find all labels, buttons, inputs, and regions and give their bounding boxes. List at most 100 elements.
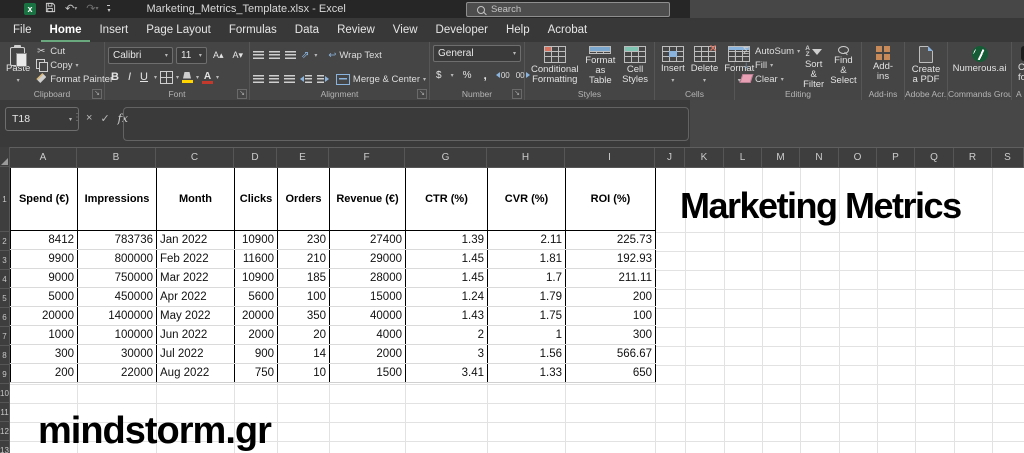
undo-button[interactable]: ↶▾ [65, 3, 77, 15]
cell[interactable]: 800000 [78, 250, 157, 269]
accounting-format-button[interactable]: $ [433, 70, 445, 81]
decrease-font-button[interactable]: A▾ [229, 50, 246, 61]
row-header-1[interactable]: 1 [0, 167, 10, 232]
cell[interactable]: 1.43 [406, 307, 488, 326]
column-header-R[interactable]: R [954, 148, 992, 168]
column-header-O[interactable]: O [839, 148, 877, 168]
row-header-7[interactable]: 7 [0, 327, 10, 346]
insert-cells-button[interactable]: Insert▾ [658, 45, 688, 87]
cell[interactable]: 1000 [11, 326, 78, 345]
cell[interactable]: 20000 [235, 307, 278, 326]
column-header-F[interactable]: F [329, 148, 405, 168]
cell[interactable]: 14 [278, 345, 330, 364]
tab-review[interactable]: Review [328, 18, 384, 42]
cell[interactable]: 200 [566, 288, 656, 307]
cell[interactable]: 10900 [235, 231, 278, 250]
clear-button[interactable]: Clear▾ [740, 73, 800, 86]
align-left-icon[interactable] [253, 75, 264, 83]
cell[interactable]: 3 [406, 345, 488, 364]
underline-button[interactable]: U [137, 71, 151, 83]
font-size-select[interactable]: 11▾ [176, 47, 207, 64]
align-middle-icon[interactable] [269, 51, 280, 59]
formula-input[interactable] [123, 107, 689, 141]
cell[interactable]: Jul 2022 [157, 345, 235, 364]
chat-button[interactable]: Chat for E [1015, 45, 1024, 87]
tab-insert[interactable]: Insert [90, 18, 137, 42]
alignment-dialog-launcher[interactable]: ↘ [417, 89, 427, 99]
cell[interactable]: 10900 [235, 269, 278, 288]
fill-color-icon[interactable] [182, 72, 193, 83]
column-header-I[interactable]: I [565, 148, 655, 168]
cell[interactable]: 10 [278, 364, 330, 383]
cell[interactable]: 20 [278, 326, 330, 345]
cell[interactable]: 225.73 [566, 231, 656, 250]
column-header-N[interactable]: N [800, 148, 839, 168]
tab-developer[interactable]: Developer [427, 18, 497, 42]
increase-indent-icon[interactable] [317, 75, 329, 83]
tab-view[interactable]: View [384, 18, 427, 42]
font-dialog-launcher[interactable]: ↘ [237, 89, 247, 99]
paste-button[interactable]: Paste▾ [3, 45, 33, 87]
row-header-11[interactable]: 11 [0, 403, 10, 422]
customize-qat-button[interactable]: ▾ [107, 5, 110, 14]
cell[interactable]: 2000 [330, 345, 406, 364]
row-header-10[interactable]: 10 [0, 384, 10, 403]
cell[interactable]: 100 [566, 307, 656, 326]
cell[interactable]: 1.45 [406, 269, 488, 288]
cell[interactable]: Aug 2022 [157, 364, 235, 383]
align-top-icon[interactable] [253, 51, 264, 59]
search-box[interactable]: Search [466, 2, 670, 17]
borders-icon[interactable] [160, 71, 173, 84]
cell[interactable]: 2000 [235, 326, 278, 345]
cell[interactable]: 22000 [78, 364, 157, 383]
cell[interactable]: 9000 [11, 269, 78, 288]
column-header-J[interactable]: J [655, 148, 685, 168]
cell[interactable]: 5600 [235, 288, 278, 307]
cell[interactable]: 750000 [78, 269, 157, 288]
cell[interactable]: 1.24 [406, 288, 488, 307]
cell[interactable]: 29000 [330, 250, 406, 269]
cell[interactable]: 2 [406, 326, 488, 345]
number-dialog-launcher[interactable]: ↘ [512, 89, 522, 99]
cell[interactable]: 1.75 [488, 307, 566, 326]
cell[interactable]: 566.67 [566, 345, 656, 364]
column-header-G[interactable]: G [405, 148, 487, 168]
tab-file[interactable]: File [4, 18, 41, 42]
cell[interactable]: Apr 2022 [157, 288, 235, 307]
tab-home[interactable]: Home [41, 18, 91, 42]
cell[interactable]: 300 [566, 326, 656, 345]
tab-data[interactable]: Data [286, 18, 328, 42]
cell[interactable]: 1.7 [488, 269, 566, 288]
column-header-C[interactable]: C [156, 148, 234, 168]
decrease-indent-icon[interactable] [300, 75, 312, 83]
header-cell[interactable]: Orders [278, 168, 330, 231]
cell[interactable]: 783736 [78, 231, 157, 250]
cell[interactable]: 5000 [11, 288, 78, 307]
wrap-text-button[interactable]: ↩Wrap Text [328, 50, 381, 61]
cell[interactable]: 28000 [330, 269, 406, 288]
cell[interactable]: 8412 [11, 231, 78, 250]
header-cell[interactable]: Spend (€) [11, 168, 78, 231]
cell[interactable]: 15000 [330, 288, 406, 307]
confirm-entry-button[interactable]: ✓ [100, 112, 109, 125]
cell[interactable]: Feb 2022 [157, 250, 235, 269]
sort-filter-button[interactable]: AZ Sort & Filter [800, 45, 827, 87]
cell[interactable]: 100 [278, 288, 330, 307]
cell[interactable]: 1500 [330, 364, 406, 383]
cell[interactable]: 185 [278, 269, 330, 288]
column-header-H[interactable]: H [487, 148, 565, 168]
row-header-13[interactable]: 13 [0, 441, 10, 453]
cell[interactable]: Mar 2022 [157, 269, 235, 288]
cell[interactable]: 1.79 [488, 288, 566, 307]
cell[interactable]: 3.41 [406, 364, 488, 383]
cell[interactable]: 1.39 [406, 231, 488, 250]
comma-style-button[interactable]: , [480, 68, 489, 82]
cell[interactable]: 1.45 [406, 250, 488, 269]
tab-help[interactable]: Help [497, 18, 539, 42]
addins-button[interactable]: Add-ins [865, 45, 901, 87]
number-format-select[interactable]: General▾ [433, 45, 521, 62]
column-header-L[interactable]: L [724, 148, 762, 168]
cell[interactable]: 20000 [11, 307, 78, 326]
format-painter-button[interactable]: Format Painter [35, 73, 113, 86]
cell[interactable]: 1 [488, 326, 566, 345]
